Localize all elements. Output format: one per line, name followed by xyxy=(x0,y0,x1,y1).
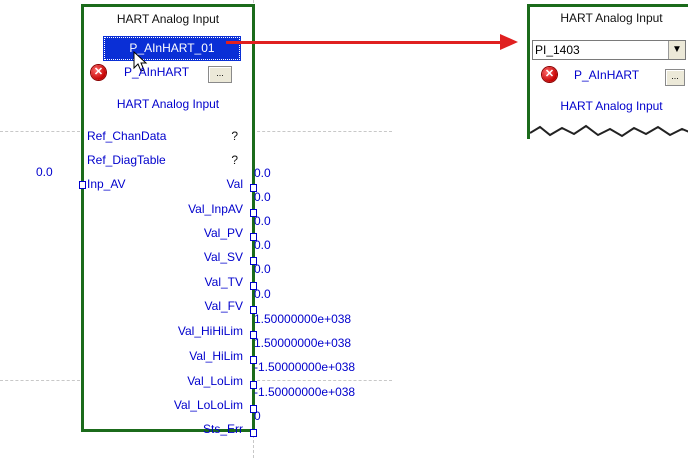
input-value: 0.0 xyxy=(36,165,53,179)
input-param-label: Inp_AV xyxy=(87,177,126,191)
inset-description: HART Analog Input xyxy=(560,99,663,113)
inout-param-value: ? xyxy=(231,153,238,167)
output-param-label: Val_HiLim xyxy=(189,349,243,363)
output-value: -1.50000000e+038 xyxy=(254,385,356,399)
output-value: 0.0 xyxy=(254,190,271,204)
output-param-label: Val_LoLim xyxy=(187,374,243,388)
chevron-down-icon[interactable]: ▼ xyxy=(668,41,685,59)
properties-button[interactable]: ... xyxy=(208,66,232,83)
inout-param-value: ? xyxy=(231,129,238,143)
output-value: 0 xyxy=(254,409,261,423)
callout-arrow-head xyxy=(500,34,518,50)
input-pin[interactable] xyxy=(79,181,86,189)
zoom-inset: HART Analog Input PI_1403 ▼ ✕ P_AInHART … xyxy=(527,4,688,139)
output-param-label: Val_HiHiLim xyxy=(177,324,243,338)
output-param-label: Val xyxy=(226,177,243,191)
properties-button[interactable]: ... xyxy=(665,69,685,86)
output-value: 1.50000000e+038 xyxy=(254,312,352,326)
block-description: HART Analog Input xyxy=(116,97,220,111)
tag-name-field[interactable]: P_AInHART_01 xyxy=(103,36,241,61)
output-value: 0.0 xyxy=(254,262,271,276)
output-value: 0.0 xyxy=(254,214,271,228)
output-value: 1.50000000e+038 xyxy=(254,336,352,350)
output-pin[interactable] xyxy=(250,429,257,437)
output-param-label: Val_LoLoLim xyxy=(173,398,243,412)
inset-type-name: P_AInHART xyxy=(574,68,640,82)
grid-guide xyxy=(0,131,80,132)
output-param-label: Sts_Err xyxy=(202,422,243,436)
function-block[interactable]: HART Analog Input P_AInHART_01 ✕ P_AInHA… xyxy=(79,4,257,437)
output-value: 0.0 xyxy=(254,238,271,252)
output-param-label: Val_InpAV xyxy=(188,202,243,216)
error-icon: ✕ xyxy=(91,65,106,80)
output-value: 0.0 xyxy=(254,287,271,301)
output-value: -1.50000000e+038 xyxy=(254,360,356,374)
inout-param-label: Ref_DiagTable xyxy=(87,153,166,167)
inset-title: HART Analog Input xyxy=(560,11,663,25)
block-title: HART Analog Input xyxy=(116,12,220,26)
output-param-label: Val_PV xyxy=(203,226,243,240)
inout-param-label: Ref_ChanData xyxy=(87,129,167,143)
grid-guide xyxy=(252,380,392,381)
output-value: 0.0 xyxy=(254,166,271,180)
tag-combo-value[interactable]: PI_1403 xyxy=(535,43,580,57)
torn-edge xyxy=(530,124,688,139)
callout-arrow-line xyxy=(226,41,502,44)
block-type-name: P_AInHART xyxy=(124,65,190,79)
error-icon: ✕ xyxy=(542,67,557,82)
output-param-label: Val_SV xyxy=(203,250,243,264)
grid-guide xyxy=(0,380,80,381)
output-param-label: Val_TV xyxy=(204,275,243,289)
tag-combo-box[interactable]: PI_1403 ▼ xyxy=(532,40,686,60)
grid-guide xyxy=(252,131,392,132)
output-param-label: Val_FV xyxy=(204,299,243,313)
